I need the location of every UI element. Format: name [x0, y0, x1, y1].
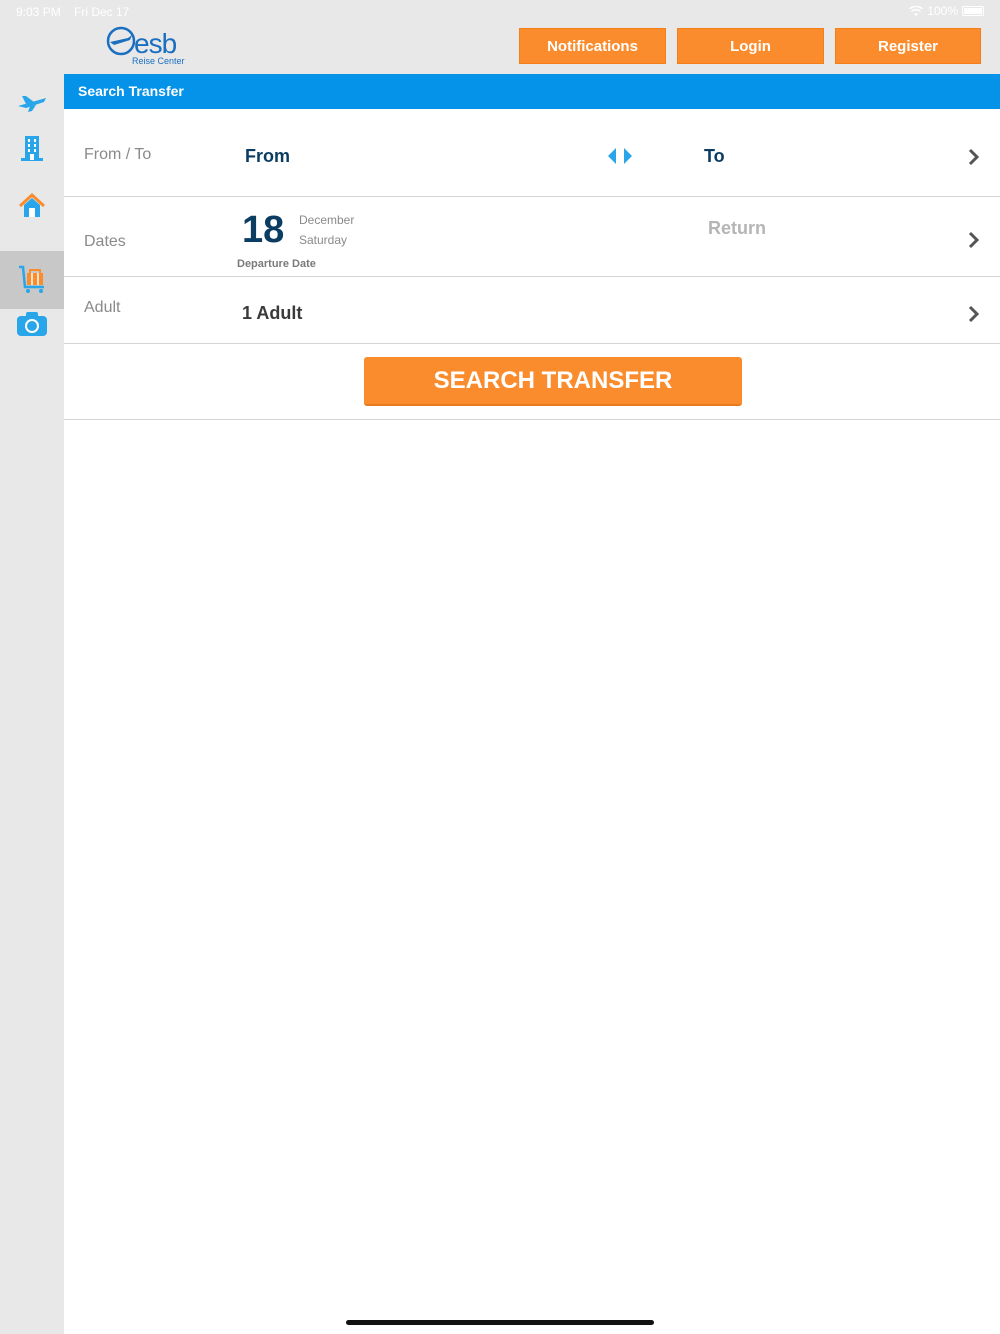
- search-row: SEARCH TRANSFER: [64, 344, 1000, 420]
- return-date-field[interactable]: Return: [708, 218, 766, 239]
- departure-day[interactable]: 18: [242, 209, 284, 252]
- departure-month: December: [299, 213, 355, 227]
- chevron-right-icon: [968, 305, 980, 323]
- from-field[interactable]: From: [245, 146, 290, 167]
- sidebar-item-hotels[interactable]: [0, 119, 64, 177]
- house-icon: [18, 193, 46, 217]
- chevron-right-icon: [968, 148, 980, 166]
- notifications-button[interactable]: Notifications: [519, 28, 666, 64]
- adult-count[interactable]: 1 Adult: [242, 303, 302, 324]
- page-title-bar: Search Transfer: [64, 74, 1000, 109]
- battery-percent: 100%: [927, 4, 958, 18]
- main-panel: Search Transfer From / To From To Dates …: [64, 74, 1000, 1334]
- search-transfer-button[interactable]: SEARCH TRANSFER: [364, 357, 742, 406]
- luggage-cart-icon: [19, 265, 44, 293]
- dates-label: Dates: [84, 233, 126, 250]
- sidebar: [0, 74, 64, 1334]
- to-field[interactable]: To: [704, 146, 725, 167]
- status-date: Fri Dec 17: [74, 5, 130, 19]
- swap-icon[interactable]: [607, 147, 633, 165]
- login-button[interactable]: Login: [677, 28, 824, 64]
- chevron-right-icon: [968, 231, 980, 249]
- departure-weekday: Saturday: [299, 233, 348, 247]
- register-button[interactable]: Register: [835, 28, 981, 64]
- status-time: 9:03 PM: [16, 5, 61, 19]
- adult-row[interactable]: Adult 1 Adult: [64, 277, 1000, 344]
- adult-label: Adult: [84, 299, 121, 316]
- from-to-row[interactable]: From / To From To: [64, 109, 1000, 197]
- departure-date-label: Departure Date: [237, 258, 316, 270]
- esb-logo[interactable]: esb Reise Center: [106, 24, 186, 68]
- sidebar-item-tours[interactable]: [0, 295, 64, 353]
- page-title: Search Transfer: [78, 83, 184, 99]
- wifi-icon: [909, 5, 924, 16]
- status-right: 100%: [909, 4, 984, 18]
- home-indicator: [346, 1320, 654, 1325]
- building-icon: [21, 136, 43, 161]
- from-to-label: From / To: [84, 146, 152, 163]
- status-bar: 9:03 PM Fri Dec 17 100%: [0, 0, 1000, 22]
- camera-icon: [17, 312, 47, 336]
- sidebar-item-homes[interactable]: [0, 177, 64, 235]
- battery-icon: [962, 6, 984, 16]
- plane-icon: [18, 96, 46, 112]
- logo-globe-icon: [106, 26, 136, 56]
- logo-subtitle: Reise Center: [132, 56, 185, 66]
- dates-row[interactable]: Dates 18 December Saturday Departure Dat…: [64, 197, 1000, 277]
